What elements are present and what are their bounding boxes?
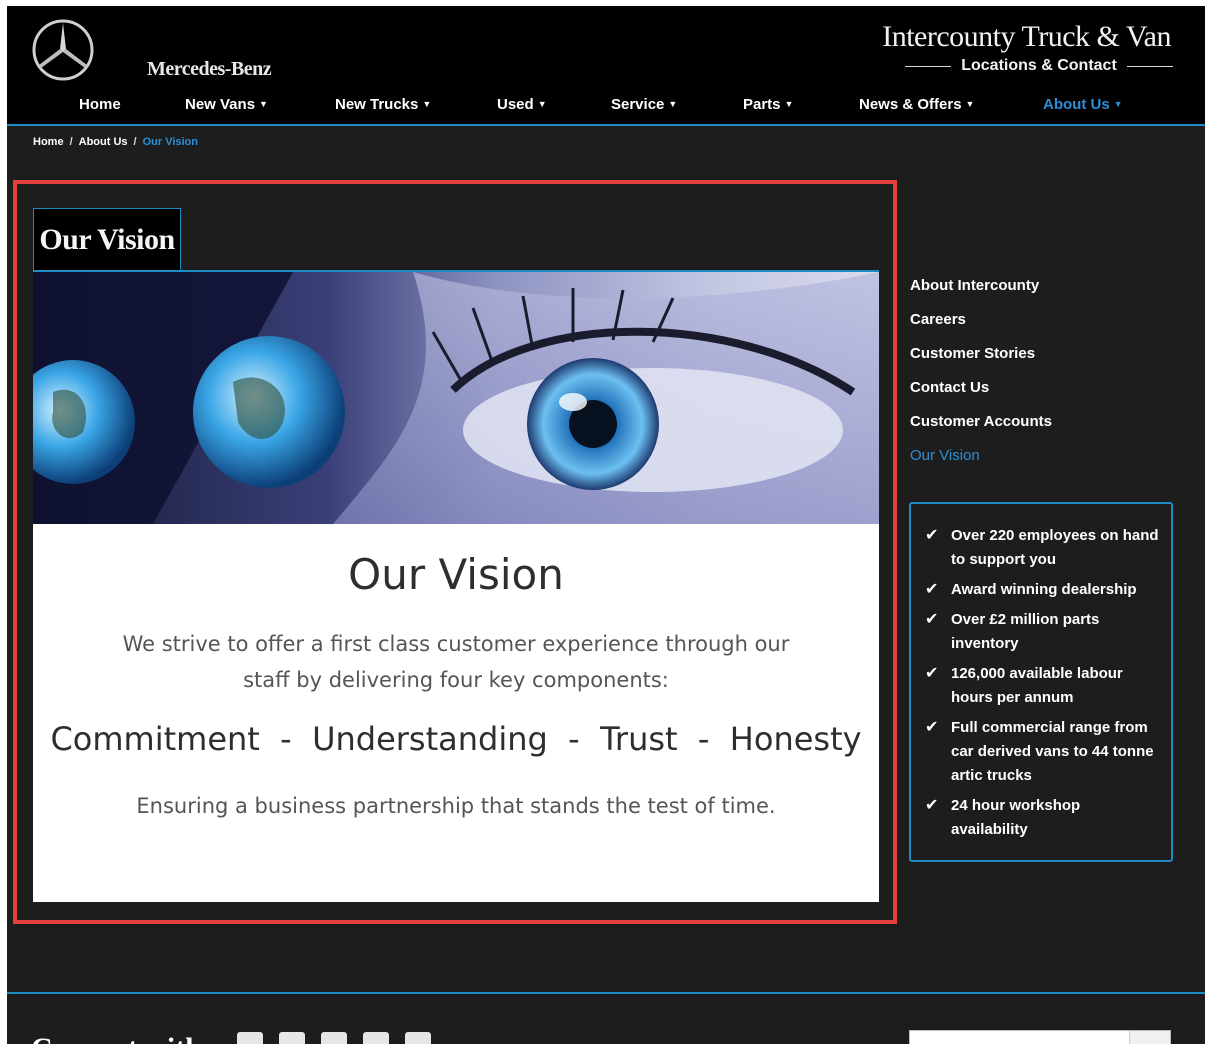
nav-item-home[interactable]: Home xyxy=(79,96,121,113)
fact-item: ✔ Full commercial range from car derived … xyxy=(925,716,1159,788)
dealer-title[interactable]: Intercounty Truck & Van xyxy=(882,20,1171,54)
fact-text: Full commercial range from car derived v… xyxy=(951,719,1154,784)
nav-item-new-trucks[interactable]: New Trucks ▼ xyxy=(335,96,431,113)
linkedin-icon[interactable] xyxy=(321,1032,347,1044)
sidebar-item-customer-accounts[interactable]: Customer Accounts xyxy=(910,412,1180,446)
page-tab: Our Vision xyxy=(33,208,181,270)
vision-closing: Ensuring a business partnership that sta… xyxy=(136,794,776,818)
fact-text: Award winning dealership xyxy=(951,581,1137,598)
nav-item-label: Parts xyxy=(743,96,781,113)
fact-text: 126,000 available labour hours per annum xyxy=(951,665,1123,706)
fact-item: ✔ Over £2 million parts inventory xyxy=(925,608,1159,656)
breadcrumb: Home / About Us / Our Vision xyxy=(33,136,198,148)
divider-line xyxy=(1126,65,1173,67)
nav-item-label: New Trucks xyxy=(335,96,419,113)
vision-panel: Our Vision We strive to offer a first cl… xyxy=(33,524,879,902)
divider-line xyxy=(905,65,952,67)
nav-item-label: About Us xyxy=(1043,96,1110,113)
vision-heading: Our Vision xyxy=(348,550,564,599)
sidebar-item-customer-stories[interactable]: Customer Stories xyxy=(910,344,1180,378)
page: Mercedes-Benz Intercounty Truck & Van Lo… xyxy=(7,6,1205,1044)
facts-list: ✔ Over 220 employees on hand to support y… xyxy=(925,524,1159,842)
hero-eye-globes-image xyxy=(33,272,879,524)
check-icon: ✔ xyxy=(925,797,939,814)
nav-item-label: Used xyxy=(497,96,534,113)
sidebar-item-our-vision[interactable]: Our Vision xyxy=(910,446,1180,480)
breadcrumb-home[interactable]: Home xyxy=(33,136,64,148)
check-icon: ✔ xyxy=(925,665,939,682)
search-icon[interactable]: ⌕ xyxy=(1129,1031,1170,1044)
check-icon: ✔ xyxy=(925,581,939,598)
caret-down-icon: ▼ xyxy=(537,99,547,109)
sidebar-item-careers[interactable]: Careers xyxy=(910,310,1180,344)
caret-down-icon: ▼ xyxy=(422,99,432,109)
nav-item-parts[interactable]: Parts ▼ xyxy=(743,96,793,113)
facts-box: ✔ Over 220 employees on hand to support y… xyxy=(909,502,1173,862)
breadcrumb-separator: / xyxy=(69,136,73,148)
nav-item-service[interactable]: Service ▼ xyxy=(611,96,677,113)
brand-name: Mercedes-Benz xyxy=(147,58,272,80)
locations-contact-label: Locations & Contact xyxy=(961,57,1117,74)
fact-text: 24 hour workshop availability xyxy=(951,797,1081,838)
breadcrumb-current: Our Vision xyxy=(142,136,198,148)
nav-item-news-offers[interactable]: News & Offers ▼ xyxy=(859,96,974,113)
vision-values: Commitment - Understanding - Trust - Hon… xyxy=(50,720,862,758)
nav-item-label: News & Offers xyxy=(859,96,962,113)
footer-search-input[interactable]: ⌕ xyxy=(909,1030,1171,1044)
footer-divider xyxy=(7,992,1205,994)
caret-down-icon: ▼ xyxy=(784,99,794,109)
fact-text: Over 220 employees on hand to support yo… xyxy=(951,527,1159,568)
locations-contact-link[interactable]: Locations & Contact xyxy=(905,55,1173,77)
connect-heading: Connect with us xyxy=(31,1032,238,1044)
breadcrumb-about-us[interactable]: About Us xyxy=(79,136,128,148)
instagram-icon[interactable] xyxy=(363,1032,389,1044)
nav-item-label: Service xyxy=(611,96,665,113)
sidebar-nav: About Intercounty Careers Customer Stori… xyxy=(910,276,1180,480)
caret-down-icon: ▼ xyxy=(965,99,975,109)
site-header: Mercedes-Benz Intercounty Truck & Van Lo… xyxy=(7,6,1205,126)
mercedes-star-logo-icon[interactable] xyxy=(31,18,95,82)
fact-item: ✔ Over 220 employees on hand to support y… xyxy=(925,524,1159,572)
page-tab-title: Our Vision xyxy=(39,222,175,256)
sidebar-item-contact-us[interactable]: Contact Us xyxy=(910,378,1180,412)
check-icon: ✔ xyxy=(925,719,939,736)
caret-down-icon: ▼ xyxy=(1113,99,1123,109)
fact-item: ✔ Award winning dealership xyxy=(925,578,1159,602)
check-icon: ✔ xyxy=(925,611,939,628)
hero-image xyxy=(33,272,879,524)
sidebar-item-about-intercounty[interactable]: About Intercounty xyxy=(910,276,1180,310)
caret-down-icon: ▼ xyxy=(668,99,678,109)
nav-item-used[interactable]: Used ▼ xyxy=(497,96,547,113)
social-links xyxy=(237,1032,431,1044)
nav-item-label: Home xyxy=(79,96,121,113)
check-icon: ✔ xyxy=(925,527,939,544)
fact-item: ✔ 24 hour workshop availability xyxy=(925,794,1159,842)
other-social-icon[interactable] xyxy=(405,1032,431,1044)
main-nav: Home New Vans ▼ New Trucks ▼ Used ▼ Service… xyxy=(7,94,1205,120)
twitter-icon[interactable] xyxy=(279,1032,305,1044)
nav-item-new-vans[interactable]: New Vans ▼ xyxy=(185,96,268,113)
nav-item-label: New Vans xyxy=(185,96,256,113)
fact-text: Over £2 million parts inventory xyxy=(951,611,1100,652)
facebook-icon[interactable] xyxy=(237,1032,263,1044)
nav-item-about-us[interactable]: About Us ▼ xyxy=(1043,96,1123,113)
caret-down-icon: ▼ xyxy=(259,99,268,109)
breadcrumb-separator: / xyxy=(133,136,137,148)
fact-item: ✔ 126,000 available labour hours per annu… xyxy=(925,662,1159,710)
vision-intro: We strive to offer a first class custome… xyxy=(122,632,790,692)
